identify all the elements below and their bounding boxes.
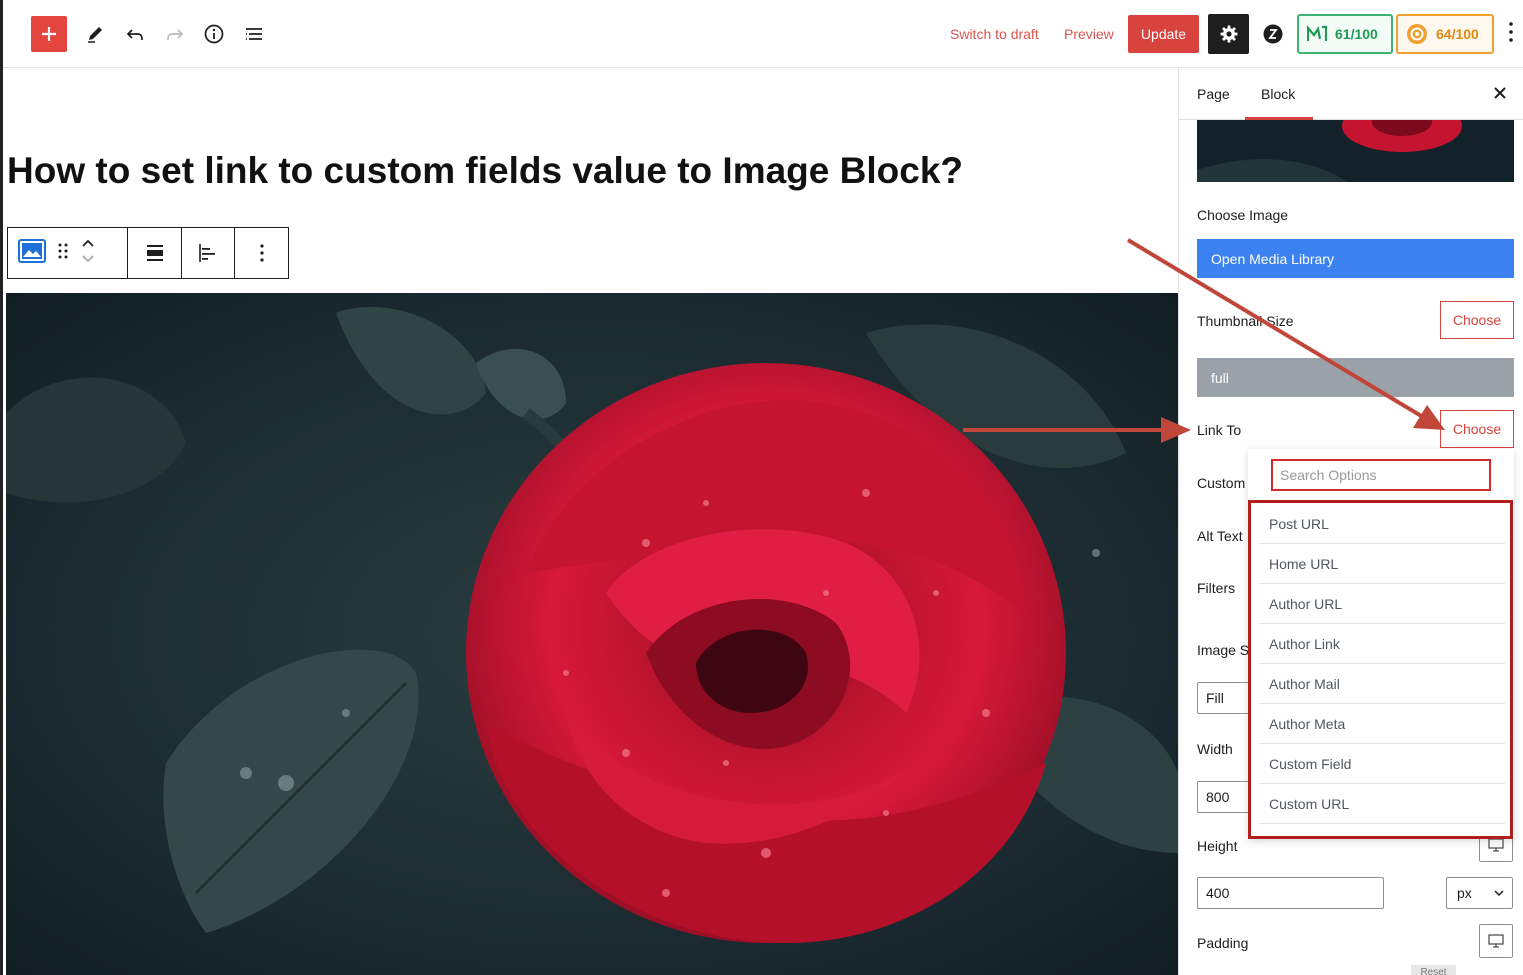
width-label: Width <box>1197 741 1233 757</box>
info-icon <box>204 24 224 44</box>
close-icon <box>1494 87 1506 99</box>
more-options-button[interactable] <box>1508 20 1514 49</box>
top-toolbar: Switch to draft Preview Update 61/100 64… <box>3 0 1523 68</box>
option-custom-url[interactable]: Custom URL <box>1259 784 1505 824</box>
drag-handle-icon[interactable] <box>58 242 68 265</box>
image-thumbnail <box>1197 120 1514 182</box>
editor-window: Switch to draft Preview Update 61/100 64… <box>0 0 1523 975</box>
ellipsis-vertical-icon <box>259 244 264 262</box>
preview-link[interactable]: Preview <box>1064 26 1114 42</box>
link-options-list: Post URL Home URL Author URL Author Link… <box>1248 500 1513 839</box>
padding-reset-button[interactable]: Reset <box>1411 965 1456 975</box>
justify-left-icon <box>199 244 215 262</box>
block-options-button[interactable] <box>235 228 288 278</box>
thumbnail-size-value[interactable]: full <box>1197 358 1514 397</box>
search-options-input[interactable]: Search Options <box>1271 459 1491 491</box>
readability-icon <box>1407 24 1427 44</box>
height-unit-value: px <box>1457 885 1472 901</box>
thumbnail-size-label: Thumbnail Size <box>1197 313 1294 329</box>
settings-button[interactable] <box>1208 14 1249 54</box>
list-view-button[interactable] <box>236 16 272 52</box>
link-to-label: Link To <box>1197 422 1242 438</box>
move-up-down-icon[interactable] <box>80 236 96 271</box>
close-sidebar-button[interactable] <box>1491 84 1509 107</box>
update-button[interactable]: Update <box>1128 15 1199 53</box>
tab-page[interactable]: Page <box>1197 86 1230 102</box>
thumbnail-size-choose-button[interactable]: Choose <box>1440 301 1514 339</box>
undo-button[interactable] <box>117 16 153 52</box>
add-block-button[interactable] <box>31 16 67 52</box>
desktop-icon <box>1488 838 1504 852</box>
padding-device-button[interactable] <box>1479 924 1513 958</box>
height-input[interactable]: 400 <box>1197 877 1384 909</box>
alt-text-label: Alt Text <box>1197 528 1243 544</box>
readability-score-badge[interactable]: 64/100 <box>1396 14 1494 54</box>
edit-tool-button[interactable] <box>77 16 113 52</box>
block-type-group <box>8 228 128 278</box>
readability-score-text: 64/100 <box>1436 26 1479 42</box>
seo-score-text: 61/100 <box>1335 26 1378 42</box>
option-post-url[interactable]: Post URL <box>1259 504 1505 544</box>
align-center-icon <box>146 245 163 261</box>
option-home-url[interactable]: Home URL <box>1259 544 1505 584</box>
tab-block[interactable]: Block <box>1261 86 1295 102</box>
justify-button[interactable] <box>182 228 235 278</box>
open-media-library-button[interactable]: Open Media Library <box>1197 239 1514 278</box>
desktop-icon <box>1488 934 1504 948</box>
filters-label: Filters <box>1197 580 1236 596</box>
ellipsis-vertical-icon <box>1509 22 1513 42</box>
gear-icon <box>1220 25 1237 43</box>
block-toolbar <box>7 227 289 279</box>
height-unit-select[interactable]: px <box>1446 877 1513 909</box>
option-author-url[interactable]: Author URL <box>1259 584 1505 624</box>
image-size-label: Image S <box>1197 642 1250 658</box>
option-author-link[interactable]: Author Link <box>1259 624 1505 664</box>
rankmath-icon <box>1307 25 1327 41</box>
plugin-button[interactable] <box>1255 16 1291 52</box>
post-title[interactable]: How to set link to custom fields value t… <box>7 150 963 192</box>
chevron-down-icon <box>1494 890 1504 896</box>
switch-to-draft-link[interactable]: Switch to draft <box>950 26 1039 42</box>
undo-icon <box>126 29 143 40</box>
list-view-icon <box>246 28 262 40</box>
link-to-dropdown: Search Options Post URL Home URL Author … <box>1248 449 1514 839</box>
option-author-meta[interactable]: Author Meta <box>1259 704 1505 744</box>
align-block-button[interactable] <box>128 228 182 278</box>
option-author-mail[interactable]: Author Mail <box>1259 664 1505 704</box>
height-label: Height <box>1197 838 1238 854</box>
details-button[interactable] <box>196 16 232 52</box>
choose-image-label: Choose Image <box>1197 207 1289 223</box>
sidebar-tabs: Page Block <box>1179 68 1523 120</box>
plugin-logo-icon <box>1263 24 1283 44</box>
option-custom-field[interactable]: Custom Field <box>1259 744 1505 784</box>
custom-label: Custom <box>1197 475 1246 491</box>
redo-button[interactable] <box>157 16 193 52</box>
plus-icon <box>42 27 56 41</box>
redo-icon <box>167 29 184 40</box>
pencil-icon <box>88 27 102 43</box>
seo-score-badge[interactable]: 61/100 <box>1297 14 1393 54</box>
rose-image[interactable] <box>6 293 1178 975</box>
image-block-icon[interactable] <box>18 238 46 268</box>
link-to-choose-button[interactable]: Choose <box>1440 410 1514 448</box>
padding-label: Padding <box>1197 935 1249 951</box>
